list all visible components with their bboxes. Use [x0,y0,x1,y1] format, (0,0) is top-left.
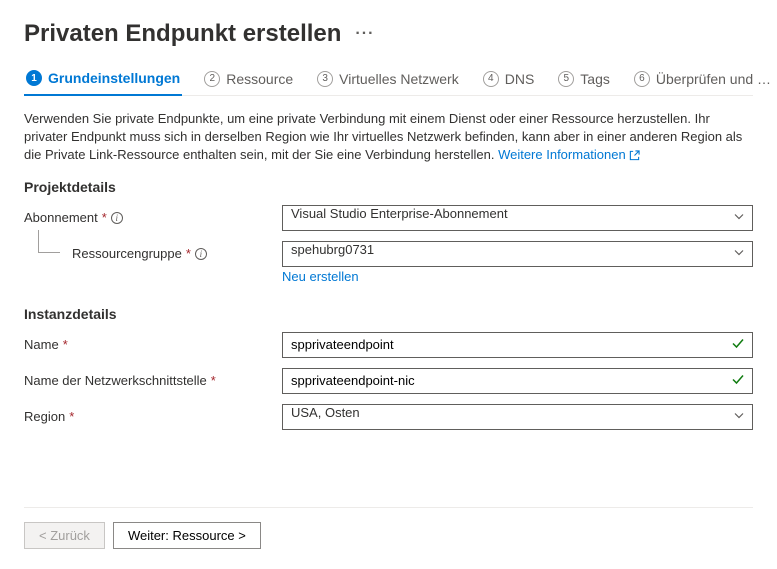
tab-dns[interactable]: 4 DNS [481,64,537,95]
description-text: Verwenden Sie private Endpunkte, um eine… [24,110,753,165]
tab-step-num: 1 [26,70,42,86]
tab-label: Ressource [226,71,293,87]
name-label: Name* [24,337,282,352]
external-link-icon [629,147,640,162]
section-project-details: Projektdetails [24,179,753,195]
tab-tags[interactable]: 5 Tags [556,64,612,95]
tab-label: Tags [580,71,610,87]
tab-label: Virtuelles Netzwerk [339,71,459,87]
tab-label: Grundeinstellungen [48,70,180,86]
tab-virtuelles-netzwerk[interactable]: 3 Virtuelles Netzwerk [315,64,461,95]
wizard-footer: < Zurück Weiter: Ressource > [24,507,753,549]
next-button[interactable]: Weiter: Ressource > [113,522,261,549]
tab-grundeinstellungen[interactable]: 1 Grundeinstellungen [24,64,182,96]
learn-more-link[interactable]: Weitere Informationen [498,147,640,162]
tree-connector [28,230,72,260]
tab-step-num: 2 [204,71,220,87]
nic-name-label: Name der Netzwerkschnittstelle* [24,373,282,388]
region-select[interactable]: USA, Osten [282,404,753,430]
tab-step-num: 4 [483,71,499,87]
tab-label: Überprüfen und e… [656,71,776,87]
tab-step-num: 5 [558,71,574,87]
tab-label: DNS [505,71,535,87]
tab-step-num: 6 [634,71,650,87]
resource-group-select[interactable]: spehubrg0731 [282,241,753,267]
section-instance-details: Instanzdetails [24,306,753,322]
page-title: Privaten Endpunkt erstellen [24,20,341,48]
subscription-select[interactable]: Visual Studio Enterprise-Abonnement [282,205,753,231]
more-menu-icon[interactable]: ··· [355,25,374,43]
tab-ueberpruefen[interactable]: 6 Überprüfen und e… [632,64,777,95]
create-new-link[interactable]: Neu erstellen [282,269,359,284]
resource-group-label: Ressourcengruppe * i [72,246,282,261]
info-icon[interactable]: i [195,248,207,260]
back-button: < Zurück [24,522,105,549]
wizard-tabs: 1 Grundeinstellungen 2 Ressource 3 Virtu… [24,64,753,96]
name-input[interactable] [282,332,753,358]
subscription-label: Abonnement * i [24,210,282,225]
tab-ressource[interactable]: 2 Ressource [202,64,295,95]
info-icon[interactable]: i [111,212,123,224]
region-label: Region* [24,409,282,424]
tab-step-num: 3 [317,71,333,87]
nic-name-input[interactable] [282,368,753,394]
